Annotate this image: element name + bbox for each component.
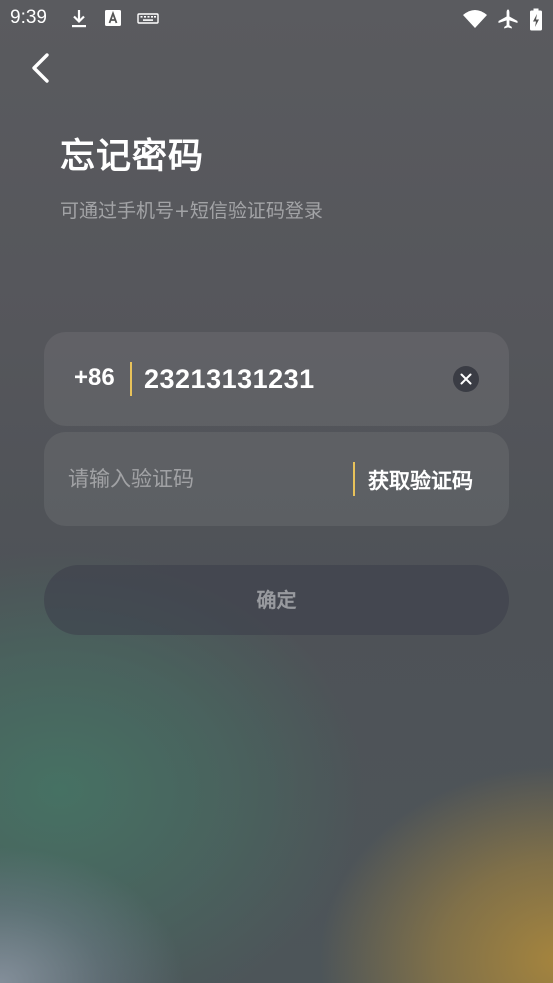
get-code-button[interactable]: 获取验证码 (368, 465, 473, 495)
confirm-button[interactable]: 确定 (44, 565, 509, 635)
wifi-icon (462, 8, 488, 34)
keyboard-icon (137, 8, 159, 32)
phone-input[interactable] (144, 356, 444, 402)
verification-code-field: 获取验证码 (44, 432, 509, 526)
download-icon (69, 8, 89, 34)
page-subtitle: 可通过手机号+短信验证码登录 (60, 200, 323, 222)
phone-field: +86 (44, 332, 509, 426)
chevron-left-icon (32, 53, 49, 83)
clear-phone-button[interactable] (453, 366, 479, 392)
status-bar: 9:39 (0, 0, 553, 38)
battery-charging-icon (529, 8, 543, 36)
airplane-mode-icon (497, 8, 519, 34)
back-button[interactable] (22, 48, 62, 88)
code-divider (353, 462, 355, 496)
country-code-selector[interactable]: +86 (74, 364, 115, 392)
page-title: 忘记密码 (60, 137, 205, 177)
font-a-icon (104, 8, 122, 32)
status-time: 9:39 (10, 7, 47, 28)
phone-divider (130, 362, 132, 396)
close-circle-icon (460, 373, 472, 385)
forgot-password-screen: 9:39 忘记密码 可通过手机号+短信验证码登录 +86 23213131231… (0, 0, 553, 983)
verification-code-input[interactable] (68, 456, 338, 502)
